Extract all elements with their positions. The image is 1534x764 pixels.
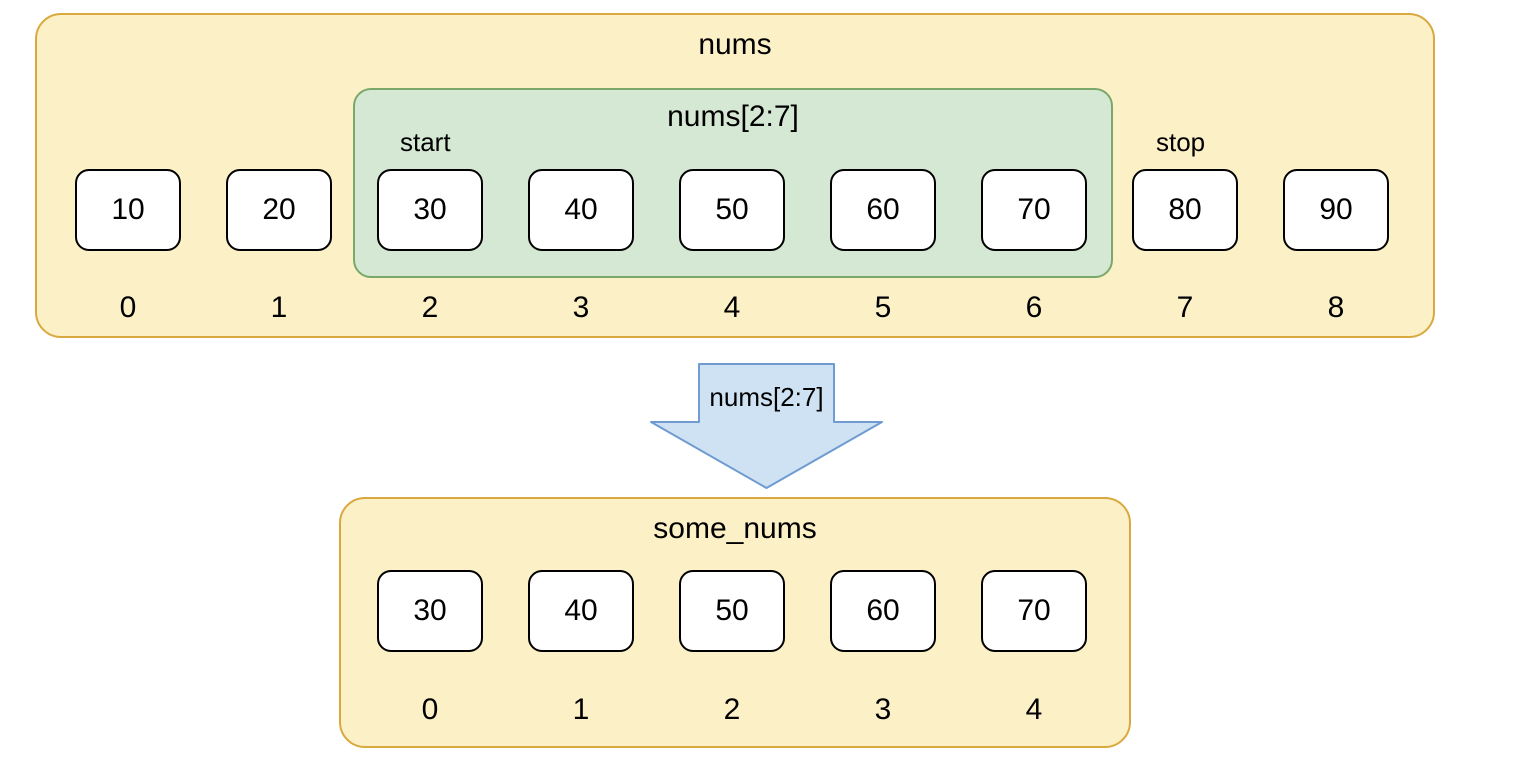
nums-index: 1 — [226, 291, 332, 325]
slice-title: nums[2:7] — [353, 100, 1113, 134]
start-label: start — [400, 127, 451, 158]
nums-index: 2 — [377, 291, 483, 325]
some-nums-cell: 30 — [377, 570, 483, 652]
some-nums-index: 0 — [377, 693, 483, 727]
some-nums-index: 4 — [981, 693, 1087, 727]
nums-cell: 60 — [830, 169, 936, 251]
nums-cell: 10 — [75, 169, 181, 251]
nums-index: 3 — [528, 291, 634, 325]
nums-cell: 90 — [1283, 169, 1389, 251]
nums-cell: 80 — [1132, 169, 1238, 251]
nums-cell: 50 — [679, 169, 785, 251]
nums-cell: 30 — [377, 169, 483, 251]
nums-index: 5 — [830, 291, 936, 325]
some-nums-cell: 60 — [830, 570, 936, 652]
nums-title: nums — [0, 28, 1470, 62]
some-nums-cell: 70 — [981, 570, 1087, 652]
some-nums-index: 2 — [679, 693, 785, 727]
some-nums-index: 1 — [528, 693, 634, 727]
nums-index: 4 — [679, 291, 785, 325]
some-nums-cell: 50 — [679, 570, 785, 652]
arrow-label: nums[2:7] — [649, 382, 884, 413]
nums-index: 0 — [75, 291, 181, 325]
diagram-stage: nums nums[2:7] start stop 10203040506070… — [0, 0, 1534, 764]
nums-index: 7 — [1132, 291, 1238, 325]
stop-label: stop — [1156, 127, 1205, 158]
nums-cell: 20 — [226, 169, 332, 251]
nums-index: 6 — [981, 291, 1087, 325]
nums-cell: 70 — [981, 169, 1087, 251]
nums-index: 8 — [1283, 291, 1389, 325]
nums-cell: 40 — [528, 169, 634, 251]
some-nums-index: 3 — [830, 693, 936, 727]
some-nums-title: some_nums — [339, 512, 1131, 546]
arrow: nums[2:7] — [649, 362, 884, 490]
some-nums-cell: 40 — [528, 570, 634, 652]
